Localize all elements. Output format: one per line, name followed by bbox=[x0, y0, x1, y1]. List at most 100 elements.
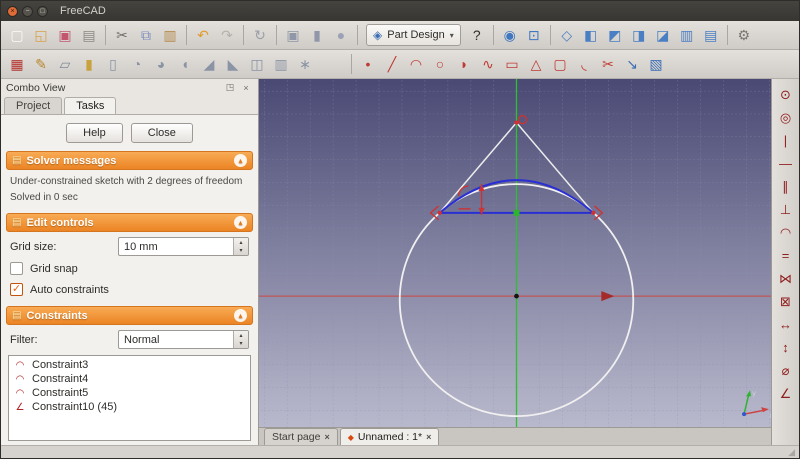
fillet-icon[interactable]: ◖ bbox=[173, 52, 197, 76]
symmetric-marker[interactable] bbox=[513, 209, 520, 216]
create-rectangle-icon[interactable]: ▭ bbox=[500, 52, 524, 76]
auto-constraints-checkbox[interactable]: ✓ Auto constraints bbox=[6, 279, 253, 300]
grid-size-spinbox[interactable]: 10 mm ▴ ▾ bbox=[118, 237, 249, 256]
fit-all-icon[interactable]: ◉ bbox=[498, 23, 522, 47]
create-fillet-icon[interactable]: ◟ bbox=[572, 52, 596, 76]
part-box-icon[interactable]: ▣ bbox=[281, 23, 305, 47]
tab-unnamed-1[interactable]: ◆ Unnamed : 1* × bbox=[339, 428, 440, 445]
parallel-constraint-icon[interactable]: ∥ bbox=[774, 175, 797, 198]
point-on-object-constraint-icon[interactable]: ◎ bbox=[774, 106, 797, 129]
tab-project[interactable]: Project bbox=[4, 97, 63, 114]
print-icon[interactable]: ▤ bbox=[77, 23, 101, 47]
vertex-apex[interactable] bbox=[514, 120, 519, 125]
create-polygon-icon[interactable]: △ bbox=[524, 52, 548, 76]
constraint-item-3[interactable]: ◠ Constraint3 bbox=[11, 358, 248, 372]
resize-grip-icon[interactable]: ◢ bbox=[788, 447, 795, 458]
front-view-icon[interactable]: ◧ bbox=[579, 23, 603, 47]
perpendicular-constraint-icon[interactable]: ⊥ bbox=[774, 198, 797, 221]
spin-up-icon[interactable]: ▴ bbox=[234, 238, 248, 247]
origin-point[interactable] bbox=[514, 293, 519, 299]
create-point-icon[interactable]: • bbox=[356, 52, 380, 76]
close-window-button[interactable]: × bbox=[7, 5, 18, 17]
construction-mode-icon[interactable]: ▧ bbox=[644, 52, 668, 76]
create-line-icon[interactable]: ╱ bbox=[380, 52, 404, 76]
bottom-view-icon[interactable]: ▥ bbox=[675, 23, 699, 47]
radius-constraint-icon[interactable]: ⌀ bbox=[774, 359, 797, 382]
grid-snap-checkbox[interactable]: ✓ Grid snap bbox=[6, 258, 253, 279]
whats-this-icon[interactable]: ? bbox=[465, 23, 489, 47]
pad-icon[interactable]: ▮ bbox=[77, 52, 101, 76]
refresh-icon[interactable]: ↻ bbox=[248, 23, 272, 47]
solver-messages-header[interactable]: ▤ Solver messages ▴ bbox=[6, 151, 253, 170]
part-sphere-icon[interactable]: ● bbox=[329, 23, 353, 47]
filter-dropdown[interactable]: Normal ▴ ▾ bbox=[118, 330, 249, 349]
polar-pattern-icon[interactable]: ∗ bbox=[293, 52, 317, 76]
constraint-item-10[interactable]: ∠ Constraint10 (45) bbox=[11, 400, 248, 414]
undo-icon[interactable]: ↶ bbox=[191, 23, 215, 47]
save-icon[interactable]: ▣ bbox=[53, 23, 77, 47]
horizontal-constraint-icon[interactable]: ― bbox=[774, 152, 797, 175]
collapse-section-icon[interactable]: ▴ bbox=[234, 154, 247, 167]
create-sketch-icon[interactable]: ▦ bbox=[5, 52, 29, 76]
maximize-window-button[interactable]: □ bbox=[37, 5, 48, 17]
constraint-item-5[interactable]: ◠ Constraint5 bbox=[11, 386, 248, 400]
top-view-icon[interactable]: ◩ bbox=[603, 23, 627, 47]
measure-icon[interactable]: ⚙ bbox=[732, 23, 756, 47]
left-view-icon[interactable]: ▤ bbox=[699, 23, 723, 47]
right-view-icon[interactable]: ◨ bbox=[627, 23, 651, 47]
equal-constraint-icon[interactable]: = bbox=[774, 244, 797, 267]
create-slot-icon[interactable]: ▢ bbox=[548, 52, 572, 76]
vertical-constraint-icon[interactable]: | bbox=[774, 129, 797, 152]
angle-constraint-icon[interactable]: ∠ bbox=[774, 382, 797, 405]
paste-icon[interactable]: ▥ bbox=[158, 23, 182, 47]
close-tab-icon[interactable]: × bbox=[324, 432, 329, 442]
tangent-constraint-icon[interactable]: ◠ bbox=[774, 221, 797, 244]
spin-up-icon[interactable]: ▴ bbox=[234, 331, 248, 340]
cut-icon[interactable]: ✂ bbox=[110, 23, 134, 47]
pocket-icon[interactable]: ▯ bbox=[101, 52, 125, 76]
sketch-viewport[interactable]: x y bbox=[259, 79, 771, 427]
help-button[interactable]: Help bbox=[66, 123, 123, 143]
collapse-section-icon[interactable]: ▴ bbox=[234, 309, 247, 322]
spin-down-icon[interactable]: ▾ bbox=[234, 340, 248, 349]
redo-icon[interactable]: ↷ bbox=[215, 23, 239, 47]
vertex-left[interactable] bbox=[437, 210, 442, 216]
mirrored-icon[interactable]: ◫ bbox=[245, 52, 269, 76]
checkbox-box[interactable]: ✓ bbox=[10, 262, 23, 275]
close-tab-icon[interactable]: × bbox=[426, 432, 431, 442]
chamfer-icon[interactable]: ◢ bbox=[197, 52, 221, 76]
rear-view-icon[interactable]: ◪ bbox=[651, 23, 675, 47]
external-geometry-icon[interactable]: ↘ bbox=[620, 52, 644, 76]
close-button[interactable]: Close bbox=[130, 123, 193, 143]
draft-icon[interactable]: ◣ bbox=[221, 52, 245, 76]
new-document-icon[interactable]: ▢ bbox=[5, 23, 29, 47]
create-arc-icon[interactable]: ◠ bbox=[404, 52, 428, 76]
coincident-constraint-icon[interactable]: ⊙ bbox=[774, 83, 797, 106]
tab-tasks[interactable]: Tasks bbox=[64, 97, 117, 114]
edit-controls-header[interactable]: ▤ Edit controls ▴ bbox=[6, 213, 253, 232]
collapse-section-icon[interactable]: ▴ bbox=[234, 216, 247, 229]
open-document-icon[interactable]: ◱ bbox=[29, 23, 53, 47]
constraints-header[interactable]: ▤ Constraints ▴ bbox=[6, 306, 253, 325]
create-circle-icon[interactable]: ○ bbox=[428, 52, 452, 76]
map-sketch-icon[interactable]: ▱ bbox=[53, 52, 77, 76]
spin-down-icon[interactable]: ▾ bbox=[234, 247, 248, 256]
tab-start-page[interactable]: Start page × bbox=[264, 428, 338, 445]
minimize-window-button[interactable]: − bbox=[22, 5, 33, 17]
float-panel-icon[interactable]: ◳ bbox=[223, 81, 237, 95]
vertex-right[interactable] bbox=[591, 210, 596, 216]
checkbox-box[interactable]: ✓ bbox=[10, 283, 23, 296]
edit-sketch-icon[interactable]: ✎ bbox=[29, 52, 53, 76]
create-conic-icon[interactable]: ◗ bbox=[452, 52, 476, 76]
create-polyline-icon[interactable]: ∿ bbox=[476, 52, 500, 76]
close-panel-icon[interactable]: × bbox=[239, 81, 253, 95]
part-cylinder-icon[interactable]: ▮ bbox=[305, 23, 329, 47]
trim-edge-icon[interactable]: ✂ bbox=[596, 52, 620, 76]
axonometric-view-icon[interactable]: ◇ bbox=[555, 23, 579, 47]
workbench-selector[interactable]: ◈ Part Design ▾ bbox=[366, 24, 461, 46]
copy-icon[interactable]: ⧉ bbox=[134, 23, 158, 47]
distance-x-constraint-icon[interactable]: ↔ bbox=[774, 313, 797, 336]
constraint-item-4[interactable]: ◠ Constraint4 bbox=[11, 372, 248, 386]
linear-pattern-icon[interactable]: ▥ bbox=[269, 52, 293, 76]
groove-icon[interactable]: ◕ bbox=[149, 52, 173, 76]
